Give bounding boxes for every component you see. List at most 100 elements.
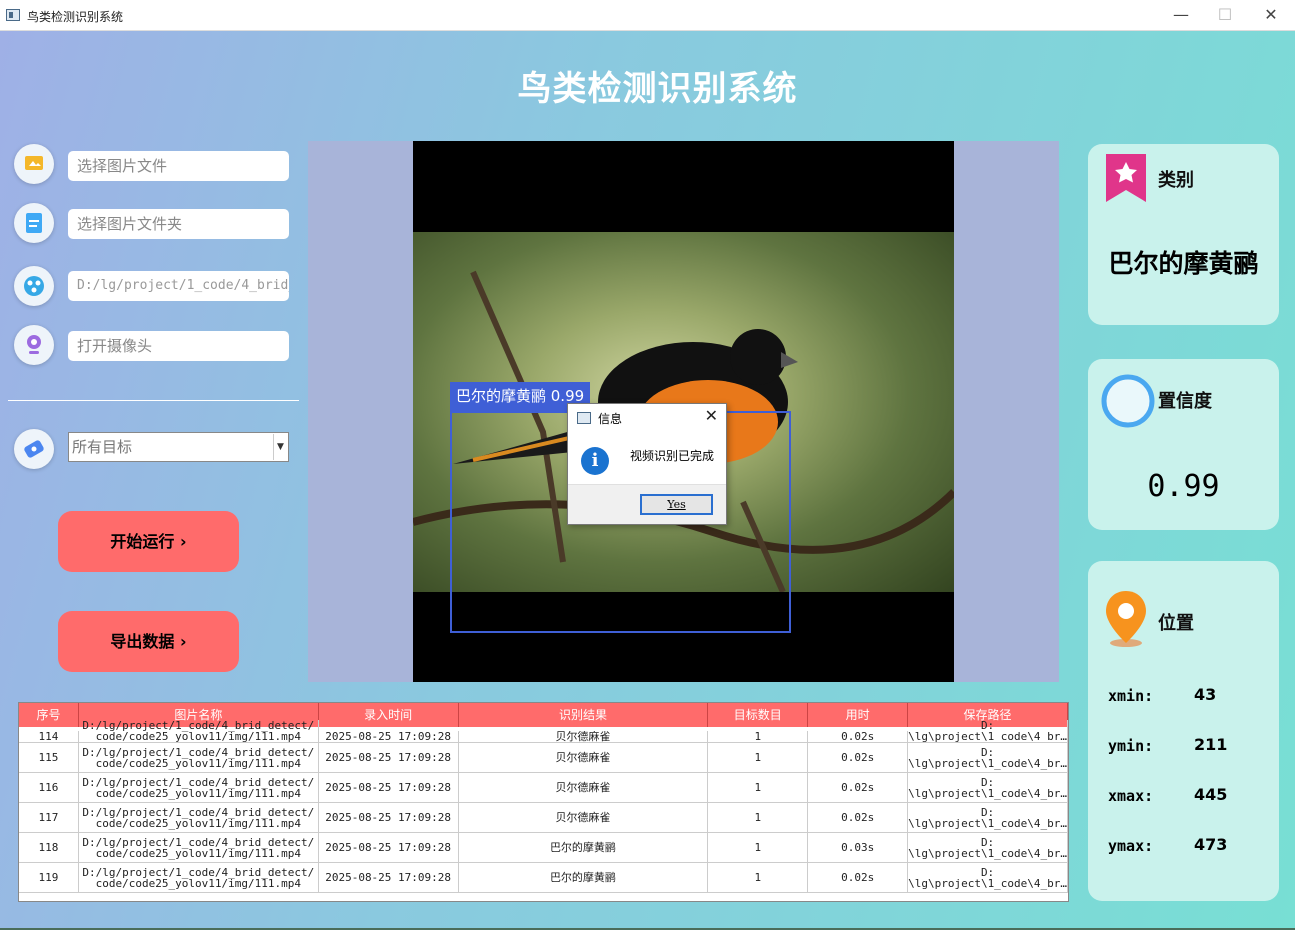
app-title: 鸟类检测识别系统 [517,69,798,109]
cell-elapsed-text: 0.02s [841,751,875,764]
cell-count-text: 1 [754,871,762,884]
cell-name: D:/lg/project/1_code/4_brid_detect/code/… [79,833,319,862]
cell-name-text: D:/lg/project/1_code/4_brid_detect/ [82,865,315,879]
ymax-label: ymax: [1108,837,1154,855]
class-title: 类别 [1158,170,1194,191]
image-file-icon[interactable] [14,144,54,184]
cell-name-text: D:/lg/project/1_code/4_brid_detect/ [82,835,315,849]
cell-time-text: 2025-08-25 17:09:28 [325,781,452,794]
cell-name-text: D:/lg/project/1_code/4_brid_detect/ [82,775,315,789]
cell-count: 1 [708,833,809,862]
cell-count-text: 1 [754,841,762,854]
xmax-value: 445 [1194,785,1228,804]
camera-icon[interactable] [14,325,54,365]
confidence-value: 0.99 [1147,469,1220,504]
maximize-button[interactable]: ☐ [1208,4,1242,26]
location-pin-icon [1106,591,1146,647]
table-row[interactable]: 116 D:/lg/project/1_code/4_brid_detect/co… [19,773,1068,803]
xmax-label: xmax: [1108,787,1154,805]
xmax-row: xmax: 445 [1108,785,1227,805]
cell-path: D: \lg\project\1_code\4_br… [908,773,1068,802]
camera-input[interactable]: 打开摄像头 [68,331,289,361]
table-row[interactable]: 117 D:/lg/project/1_code/4_brid_detect/co… [19,803,1068,833]
cell-time: 2025-08-25 17:09:28 [319,743,459,772]
cell-elapsed: 0.02s [808,863,909,892]
cell-id: 119 [19,863,79,892]
cell-id-text: 116 [38,781,59,794]
image-folder-icon[interactable] [14,203,54,243]
minimize-button[interactable]: — [1164,4,1198,26]
cell-id: 118 [19,833,79,862]
table-row[interactable]: 119 D:/lg/project/1_code/4_brid_detect/co… [19,863,1068,893]
table-row[interactable]: 118 D:/lg/project/1_code/4_brid_detect/co… [19,833,1068,863]
cell-name: D:/lg/project/1_code/4_brid_detect/code/… [79,743,319,772]
cell-time: 2025-08-25 17:09:28 [319,863,459,892]
cell-path-line2: \lg\project\1_code\4_br… [908,730,1068,742]
header-count[interactable]: 目标数目 [708,703,809,727]
cell-elapsed: 0.03s [808,833,909,862]
table-body: 115 D:/lg/project/1_code/4_brid_detect/co… [19,743,1068,893]
title-bar: 鸟类检测识别系统 — ☐ ✕ [0,0,1295,31]
cell-path: D: \lg\project\1_code\4_br… [908,743,1068,772]
cell-path-text: \lg\project\1_code\4_br… [908,756,1068,770]
cell-result: 巴尔的摩黄鹂 [459,863,709,892]
cell-name-text: D:/lg/project/1_code/4_brid_detect/ [82,805,315,819]
target-select-value: 所有目标 [72,438,133,456]
cell-time: 2025-08-25 17:09:28 [319,803,459,832]
app-window-icon [6,9,20,21]
cell-path-text: \lg\project\1_code\4_br… [908,846,1068,860]
cell-path-text: D: [980,775,995,789]
cell-path-text: D: [980,865,995,879]
cell-count: 1 [708,731,809,742]
header-result[interactable]: 识别结果 [459,703,709,727]
image-file-input[interactable]: 选择图片文件 [68,151,289,181]
cell-name-text: code/code25_yolov11/img/111.mp4 [95,786,301,800]
window-title: 鸟类检测识别系统 [27,10,124,24]
video-path-input[interactable]: D:/lg/project/1_code/4_brid_detect [68,271,289,301]
target-select[interactable]: 所有目标 ▼ [68,432,289,462]
yes-button[interactable]: Yes [640,494,713,515]
cell-name: D:/lg/project/1_code/4_brid_detect/code/… [79,720,319,742]
cell-name-text: code/code25_yolov11/img/111.mp4 [95,846,301,860]
cell-elapsed-text: 0.02s [841,871,875,884]
export-button[interactable]: 导出数据 › [58,611,239,672]
dialog-title: 信息 [598,412,623,426]
cell-result: 巴尔的摩黄鹂 [459,833,709,862]
class-card: 类别 巴尔的摩黄鹂 [1088,144,1279,325]
header-id[interactable]: 序号 [19,703,79,727]
cell-path: D: \lg\project\1_code\4_br… [908,833,1068,862]
close-button[interactable]: ✕ [1254,4,1288,26]
cell-time: 2025-08-25 17:09:28 [319,731,459,742]
table-row[interactable]: 115 D:/lg/project/1_code/4_brid_detect/co… [19,743,1068,773]
header-time[interactable]: 录入时间 [319,703,459,727]
dialog-close-icon[interactable]: ✕ [705,406,718,425]
cell-id-text: 115 [38,751,59,764]
start-button[interactable]: 开始运行 › [58,511,239,572]
cell-result-text: 贝尔德麻雀 [555,811,611,824]
cell-name: D:/lg/project/1_code/4_brid_detect/code/… [79,803,319,832]
ymax-row: ymax: 473 [1108,835,1227,855]
image-folder-input[interactable]: 选择图片文件夹 [68,209,289,239]
chevron-down-icon[interactable]: ▼ [273,434,287,460]
cell-name-text: code/code25_yolov11/img/111.mp4 [95,816,301,830]
cell-result-text: 贝尔德麻雀 [555,781,611,794]
cell-id-text: 117 [38,811,59,824]
cell-path-text: D: [980,745,995,759]
video-file-icon[interactable] [14,266,54,306]
xmin-row: xmin: 43 [1108,685,1216,705]
cell-id: 117 [19,803,79,832]
cell-count: 1 [708,743,809,772]
cell-path: D: \lg\project\1_code\4_br… [908,803,1068,832]
xmin-label: xmin: [1108,687,1154,705]
cell-count: 1 [708,863,809,892]
dialog-message: 视频识别已完成 [630,449,715,463]
cell-path-text: \lg\project\1_code\4_br… [908,816,1068,830]
cell-name: D:/lg/project/1_code/4_brid_detect/code/… [79,773,319,802]
ymin-label: ymin: [1108,737,1154,755]
cell-result: 贝尔德麻雀 [459,731,709,742]
bookmark-star-icon [1106,154,1146,202]
cell-result-text: 巴尔的摩黄鹂 [549,841,616,854]
cell-count: 1 [708,773,809,802]
dialog-footer: Yes [568,484,726,524]
header-elapsed[interactable]: 用时 [808,703,909,727]
